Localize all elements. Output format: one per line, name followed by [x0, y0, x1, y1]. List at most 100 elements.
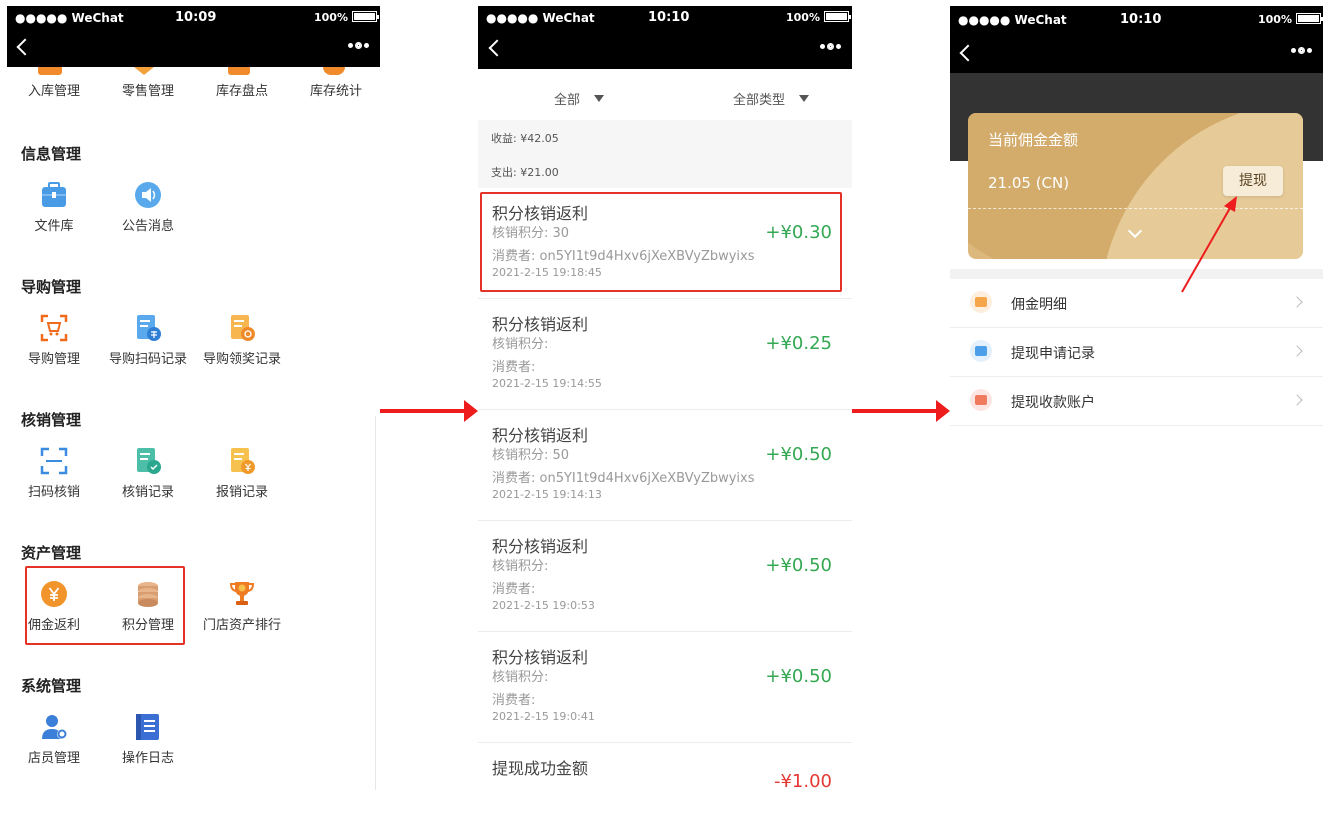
- inbound-icon: [38, 67, 62, 75]
- chevron-right-icon: [1291, 394, 1303, 406]
- section-title-info: 信息管理: [21, 145, 82, 163]
- grid-item-guide-scan-log[interactable]: 导购扫码记录: [101, 314, 195, 367]
- grid-item-label: 扫码核销: [27, 485, 80, 500]
- more-icon[interactable]: [820, 43, 842, 51]
- list-item[interactable]: 积分核销返利 核销积分: 消费者: 2021-2-15 19:14:55 +¥0…: [478, 299, 852, 410]
- grid-item-guide-award-log[interactable]: 导购领奖记录: [195, 314, 289, 367]
- grid-item-reimburse-log[interactable]: 报销记录: [195, 447, 289, 500]
- commission-label: 当前佣金金额: [988, 131, 1079, 149]
- more-icon[interactable]: [1291, 47, 1313, 55]
- grid-item-operation-log[interactable]: 操作日志: [101, 713, 195, 766]
- carrier-label: ●●●●● WeChat: [15, 11, 124, 25]
- battery-icon: [1295, 13, 1323, 24]
- battery-level: 100%: [314, 11, 379, 24]
- document-grid-icon: [134, 314, 162, 342]
- menu-label: 提现申请记录: [1011, 346, 1095, 362]
- record-amount: +¥0.50: [765, 444, 832, 465]
- grid-item-file-library[interactable]: 文件库: [7, 181, 101, 234]
- menu-label: 佣金明细: [1011, 297, 1067, 313]
- record-date: 2021-2-15 19:14:13: [492, 488, 602, 501]
- list-item[interactable]: 积分核销返利 核销积分: 消费者: 2021-2-15 19:0:41 +¥0.…: [478, 632, 852, 743]
- grid-item-retail[interactable]: 零售管理: [101, 80, 195, 99]
- record-consumer: 消费者:: [492, 693, 536, 708]
- grid-item-label: 导购领奖记录: [202, 352, 281, 367]
- grid-item-label: 门店资产排行: [202, 618, 281, 633]
- record-consumer: 消费者:: [492, 360, 536, 375]
- grid-item-label: 文件库: [34, 219, 74, 234]
- store-menu-screen: ●●●●● WeChat 10:09 100% 入库管理 零售管理 库存盘点 库…: [7, 6, 380, 790]
- grid-item-writeoff-log[interactable]: 核销记录: [101, 447, 195, 500]
- record-points: 核销积分:: [492, 670, 549, 685]
- record-title: 积分核销返利: [492, 426, 589, 445]
- list-item[interactable]: 提现成功金额 -¥1.00: [478, 743, 852, 790]
- dashed-divider: [968, 208, 1303, 209]
- grid-item-announcement[interactable]: 公告消息: [101, 181, 195, 234]
- record-points: 核销积分:: [492, 337, 549, 352]
- list-item[interactable]: 积分核销返利 核销积分: 消费者: 2021-2-15 19:0:53 +¥0.…: [478, 521, 852, 632]
- grid-item-label: 零售管理: [121, 84, 174, 99]
- scan-cart-icon: [40, 314, 68, 342]
- clock: 10:09: [175, 10, 217, 25]
- commission-screen: ●●●●● WeChat 10:10 100% 当前佣金金额 21.05 (CN…: [950, 6, 1323, 426]
- menu-withdraw-account[interactable]: 提现收款账户: [950, 377, 1323, 426]
- chevron-right-icon: [1291, 345, 1303, 357]
- record-title: 提现成功金额: [492, 759, 589, 778]
- menu-withdraw-records[interactable]: 提现申请记录: [950, 328, 1323, 377]
- carrier-label: ●●●●● WeChat: [486, 11, 595, 25]
- grid-item-label: 导购扫码记录: [108, 352, 187, 367]
- highlight-box-assets: [25, 566, 185, 645]
- grid-item-label: 公告消息: [121, 219, 174, 234]
- battery-icon: [351, 11, 379, 22]
- grid-item-guide-manage[interactable]: 导购管理: [7, 314, 101, 367]
- annotation-arrow: [1181, 196, 1237, 293]
- briefcase-icon: [40, 181, 68, 209]
- grid-item-label: 报销记录: [215, 485, 268, 500]
- back-icon[interactable]: [488, 39, 506, 57]
- grid-item-stock-stats[interactable]: 库存统计: [289, 80, 380, 99]
- record-amount: -¥1.00: [773, 771, 832, 790]
- menu-label: 提现收款账户: [1011, 395, 1095, 411]
- back-icon[interactable]: [959, 44, 977, 62]
- back-icon[interactable]: [16, 38, 34, 56]
- status-bar: ●●●●● WeChat 10:10 100%: [478, 6, 852, 69]
- notebook-icon: [134, 713, 162, 741]
- record-title: 积分核销返利: [492, 648, 589, 667]
- battery-icon: [823, 11, 851, 22]
- list-item[interactable]: 积分核销返利 核销积分: 50 消费者: on5YI1t9d4Hxv6jXeXB…: [478, 410, 852, 521]
- income-summary: 收益: ¥42.05: [491, 132, 559, 145]
- record-amount: +¥0.25: [765, 333, 832, 354]
- stocktake-icon: [228, 67, 250, 75]
- document-icon: [970, 291, 992, 313]
- clock: 10:10: [648, 10, 690, 25]
- record-amount: +¥0.50: [765, 666, 832, 687]
- record-amount: +¥0.50: [765, 555, 832, 576]
- grid-item-scan-writeoff[interactable]: 扫码核销: [7, 447, 101, 500]
- status-bar: ●●●●● WeChat 10:10 100%: [950, 6, 1323, 73]
- filter-type-dropdown[interactable]: 全部类型: [733, 89, 810, 108]
- menu-commission-detail[interactable]: 佣金明细: [950, 279, 1323, 328]
- record-consumer: 消费者:: [492, 582, 536, 597]
- more-icon[interactable]: [348, 42, 370, 50]
- battery-level: 100%: [786, 11, 851, 24]
- stock-stats-icon: [323, 67, 345, 75]
- dropdown-triangle-icon: [799, 95, 810, 102]
- battery-level: 100%: [1258, 13, 1323, 26]
- record-date: 2021-2-15 19:0:53: [492, 599, 595, 612]
- record-date: 2021-2-15 19:14:55: [492, 377, 602, 390]
- highlight-box-record: [480, 192, 842, 292]
- grid-item-label: 核销记录: [121, 485, 174, 500]
- scan-frame-icon: [40, 447, 68, 475]
- document-award-icon: [228, 314, 256, 342]
- divider: [375, 416, 376, 790]
- record-consumer: 消费者: on5YI1t9d4Hxv6jXeXBVyZbwyixs: [492, 471, 755, 486]
- record-date: 2021-2-15 19:0:41: [492, 710, 595, 723]
- flow-arrow-1: [380, 400, 478, 422]
- grid-item-stocktake[interactable]: 库存盘点: [195, 80, 289, 99]
- grid-item-staff[interactable]: 店员管理: [7, 713, 101, 766]
- filter-all-dropdown[interactable]: 全部: [554, 89, 605, 108]
- grid-item-store-ranking[interactable]: 门店资产排行: [195, 580, 289, 633]
- record-title: 积分核销返利: [492, 537, 589, 556]
- grid-item-inbound[interactable]: 入库管理: [7, 80, 101, 99]
- user-gear-icon: [40, 713, 68, 741]
- chevron-right-icon: [1291, 296, 1303, 308]
